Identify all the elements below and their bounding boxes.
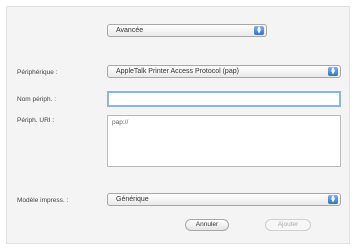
device-uri-label: Périph. URI :	[17, 117, 55, 124]
mode-popup-value: Avancée	[116, 27, 144, 34]
device-uri-field[interactable]: pap://	[107, 115, 341, 167]
device-popup[interactable]: AppleTalk Printer Access Protocol (pap) …	[107, 65, 341, 78]
add-printer-sheet: Avancée ▲ ▼ Périphérique : AppleTalk Prin…	[6, 6, 350, 244]
chevron-updown-icon: ▲ ▼	[328, 67, 338, 76]
device-name-field[interactable]	[107, 91, 341, 107]
device-name-label: Nom périph. :	[17, 96, 57, 103]
model-popup[interactable]: Générique ▲ ▼	[107, 193, 341, 206]
device-label: Périphérique :	[17, 69, 58, 76]
model-label: Modèle impress. :	[17, 197, 69, 204]
model-popup-value: Générique	[116, 196, 149, 203]
add-button[interactable]: Ajouter	[265, 219, 311, 231]
mode-popup[interactable]: Avancée ▲ ▼	[107, 24, 267, 37]
device-uri-value: pap://	[112, 119, 129, 126]
chevron-updown-icon: ▲ ▼	[254, 26, 264, 35]
device-popup-value: AppleTalk Printer Access Protocol (pap)	[116, 68, 239, 75]
chevron-updown-icon: ▲ ▼	[328, 195, 338, 204]
cancel-button[interactable]: Annuler	[185, 219, 229, 231]
